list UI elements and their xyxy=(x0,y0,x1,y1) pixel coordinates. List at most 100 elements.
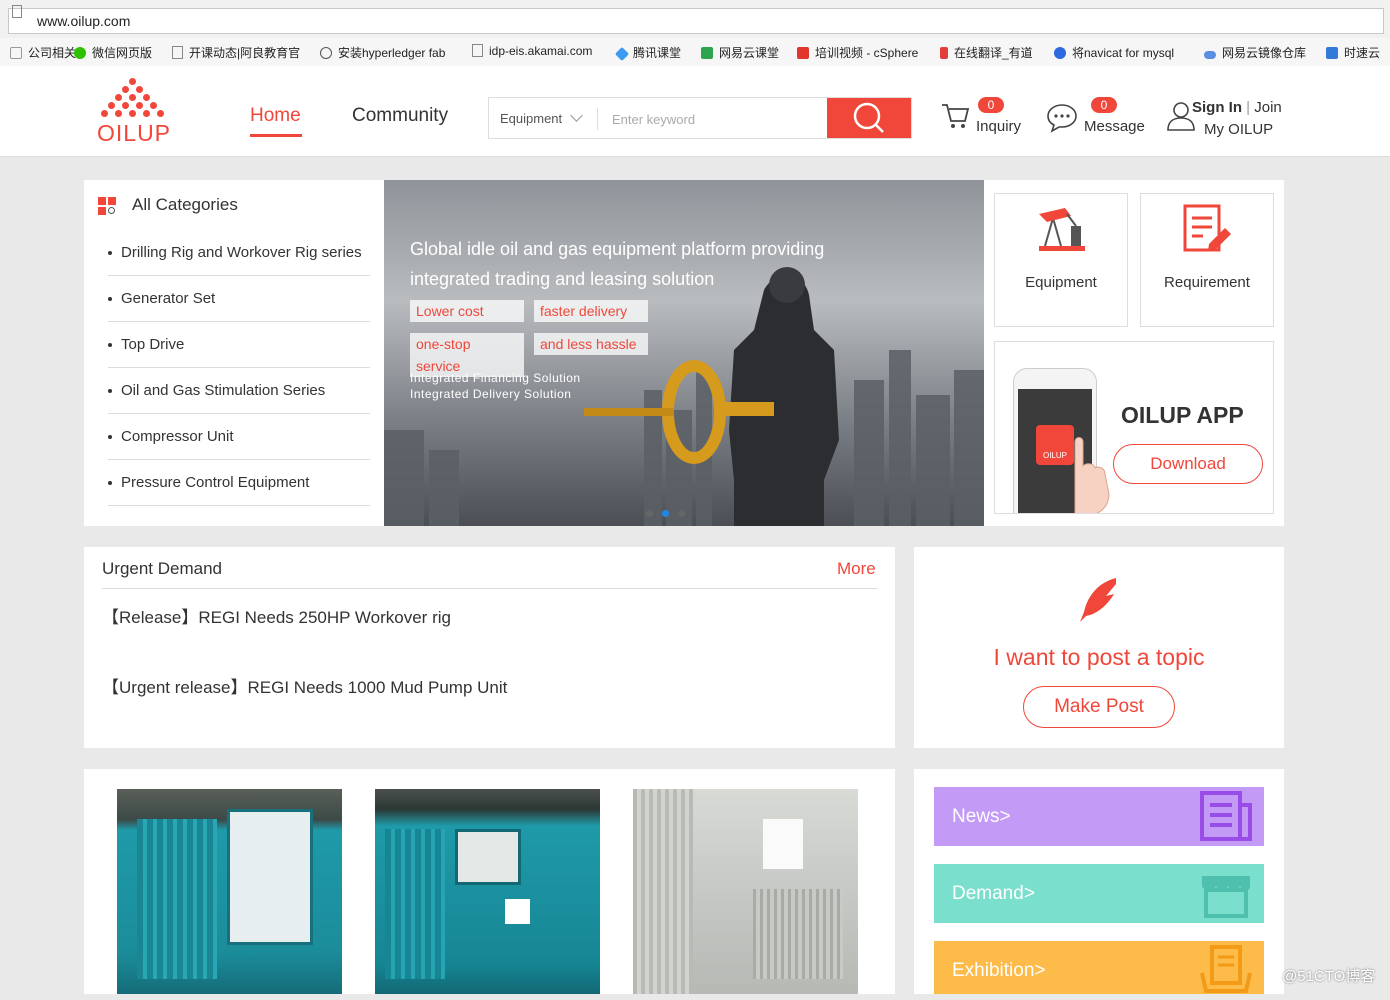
document-edit-icon xyxy=(1183,204,1231,252)
bookmark-item[interactable]: 安装hyperledger fab xyxy=(320,44,445,61)
wechat-icon xyxy=(74,47,86,59)
category-item[interactable]: Compressor Unit xyxy=(108,428,370,460)
urgent-demand-title: Urgent Demand xyxy=(102,559,223,578)
hand-tap-icon xyxy=(1074,437,1110,513)
hero-banner[interactable]: Global idle oil and gas equipment platfo… xyxy=(384,180,984,526)
oil-pump-icon xyxy=(1039,208,1085,251)
search-icon xyxy=(853,102,884,133)
control-panel-image xyxy=(455,829,521,885)
bookmark-item[interactable]: 时速云 xyxy=(1326,44,1380,61)
csphere-icon xyxy=(797,47,809,59)
demand-item[interactable]: 【Urgent release】REGI Needs 1000 Mud Pump… xyxy=(102,673,507,698)
cloud-icon xyxy=(1204,51,1216,59)
inquiry-count-badge: 0 xyxy=(978,97,1004,113)
carousel-dot[interactable] xyxy=(678,510,685,517)
categories-icon xyxy=(98,197,118,217)
search-button[interactable] xyxy=(827,98,911,138)
logo-text[interactable]: OILUP xyxy=(97,120,171,147)
requirement-tile[interactable]: Requirement xyxy=(1140,193,1274,327)
tencent-classroom-icon xyxy=(614,46,630,62)
control-panel-image xyxy=(227,809,313,945)
search-divider xyxy=(597,108,598,130)
news-link[interactable]: News> xyxy=(934,787,1264,846)
vent-grille-image xyxy=(137,819,217,979)
inquiry-label[interactable]: Inquiry xyxy=(976,118,1021,135)
watermark: @51CTO博客 xyxy=(1282,968,1376,985)
more-link[interactable]: More xyxy=(837,559,876,579)
post-prompt: I want to post a topic xyxy=(993,644,1205,670)
page-icon xyxy=(172,46,183,59)
account-separator: | xyxy=(1246,99,1251,116)
app-title: OILUP APP xyxy=(1121,402,1244,428)
vent-grille-image xyxy=(633,789,693,994)
bookmark-item[interactable]: idp-eis.akamai.com xyxy=(472,44,592,58)
bookmarks-bar: 公司相关 微信网页版 开课动态|阿良教育官 安装hyperledger fab … xyxy=(0,38,1390,67)
demand-link[interactable]: Demand> xyxy=(934,864,1264,923)
divider xyxy=(102,588,878,589)
search-input[interactable] xyxy=(610,100,824,138)
category-item[interactable]: Top Drive xyxy=(108,336,370,368)
feather-pen-icon xyxy=(1080,578,1116,622)
demand-item[interactable]: 【Release】REGI Needs 250HP Workover rig xyxy=(102,603,451,628)
message-link[interactable] xyxy=(1046,102,1078,139)
app-promo-tile: OILUP OILUP APP Download xyxy=(994,341,1274,514)
requirement-label: Requirement xyxy=(1164,274,1250,291)
bookmark-item[interactable]: 公司相关 xyxy=(10,44,76,61)
tenxcloud-icon xyxy=(1326,47,1338,59)
message-count-badge: 0 xyxy=(1091,97,1117,113)
label-sticker-image xyxy=(763,819,803,869)
banner-subtext: Integrated Financing Solution Integrated… xyxy=(410,371,581,401)
categories-title: All Categories xyxy=(132,195,238,214)
search-category-select[interactable]: Equipment xyxy=(500,109,583,126)
nav-active-underline xyxy=(250,134,302,137)
bookmark-item[interactable]: 微信网页版 xyxy=(74,44,152,61)
category-item[interactable]: Generator Set xyxy=(108,290,370,322)
make-post-button[interactable]: Make Post xyxy=(1023,686,1175,728)
category-item[interactable]: Pressure Control Equipment xyxy=(108,474,370,506)
exhibition-stand-icon xyxy=(1200,945,1252,993)
page-icon xyxy=(12,5,22,18)
join-link[interactable]: Join xyxy=(1254,99,1282,116)
download-button[interactable]: Download xyxy=(1113,444,1263,484)
storefront-icon xyxy=(1202,876,1250,918)
nav-community[interactable]: Community xyxy=(352,105,448,127)
message-label[interactable]: Message xyxy=(1084,118,1145,135)
carousel-dot-active[interactable] xyxy=(662,510,669,517)
banner-headline: Global idle oil and gas equipment platfo… xyxy=(410,239,825,289)
category-item[interactable]: Oil and Gas Stimulation Series xyxy=(108,382,370,414)
sign-in-link[interactable]: Sign In xyxy=(1192,99,1242,116)
nav-home[interactable]: Home xyxy=(250,105,301,127)
netease-classroom-icon xyxy=(701,47,713,59)
address-bar[interactable]: www.oilup.com xyxy=(8,8,1384,34)
equipment-label: Equipment xyxy=(1025,274,1097,291)
bookmark-item[interactable]: 网易云课堂 xyxy=(701,44,779,61)
logo-icon[interactable] xyxy=(95,78,171,120)
page-icon xyxy=(472,44,483,57)
bookmark-item[interactable]: 腾讯课堂 xyxy=(614,44,681,62)
banner-tag: and less hassle xyxy=(534,333,648,355)
bookmark-item[interactable]: 在线翻译_有道 xyxy=(940,44,1033,61)
bookmark-item[interactable]: 开课动态|阿良教育官 xyxy=(172,44,300,61)
bookmark-item[interactable]: 网易云镜像仓库 xyxy=(1204,44,1306,61)
banner-tag: faster delivery xyxy=(534,300,648,322)
my-oilup-link[interactable]: My OILUP xyxy=(1204,121,1273,138)
label-sticker-image xyxy=(505,899,530,924)
youdao-icon xyxy=(940,47,948,59)
exhibition-link[interactable]: Exhibition> xyxy=(934,941,1264,994)
category-item[interactable]: Drilling Rig and Workover Rig series xyxy=(108,244,370,276)
inquiry-link[interactable] xyxy=(940,100,970,137)
product-image[interactable] xyxy=(117,789,342,994)
product-image[interactable] xyxy=(375,789,600,994)
equipment-tile[interactable]: Equipment xyxy=(994,193,1128,327)
news-document-icon xyxy=(1200,791,1252,841)
bookmark-item[interactable]: 培训视频 - cSphere xyxy=(797,44,918,61)
product-image[interactable] xyxy=(633,789,858,994)
url-text: www.oilup.com xyxy=(37,13,131,29)
chat-bubble-icon xyxy=(1047,104,1077,133)
carousel-dot[interactable] xyxy=(646,510,653,517)
bookmark-item[interactable]: 将navicat for mysql xyxy=(1054,44,1174,61)
cart-icon xyxy=(942,104,970,128)
chevron-down-icon xyxy=(569,109,583,122)
vent-grille-image xyxy=(385,829,445,979)
banner-tag: Lower cost xyxy=(410,300,524,322)
